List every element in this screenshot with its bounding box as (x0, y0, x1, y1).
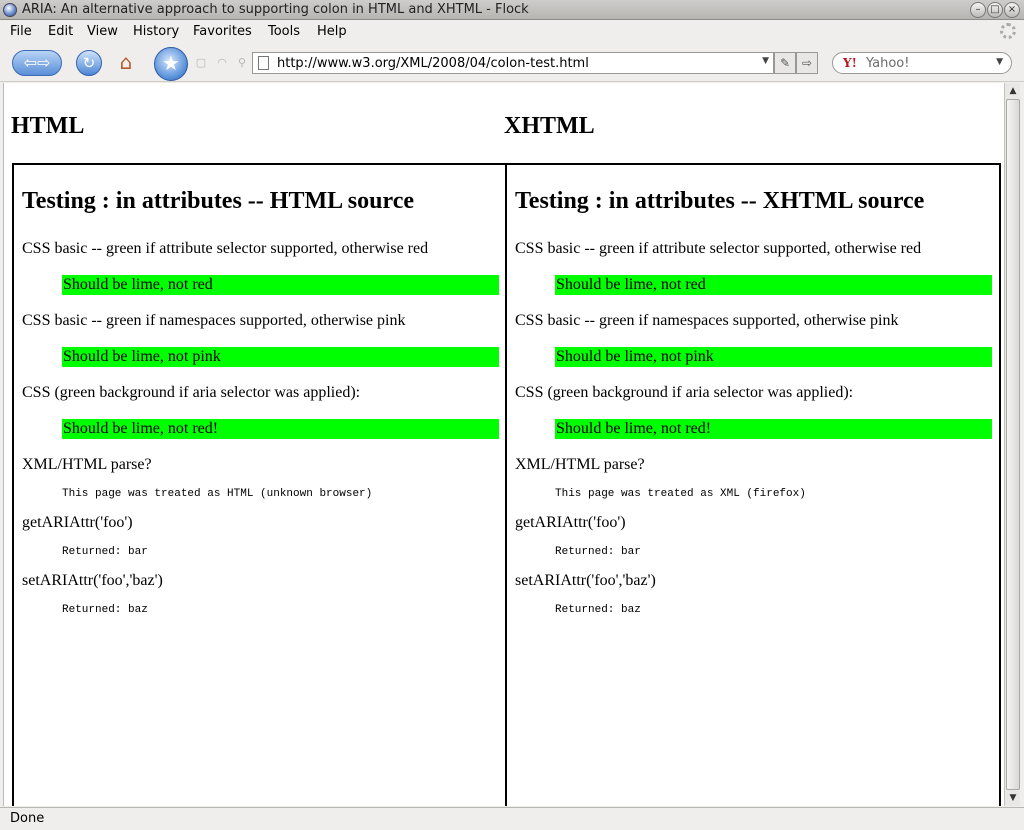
set-aria-attr-label: setARIAttr('foo','baz') (22, 572, 163, 589)
magnify-icon[interactable]: ⚲ (234, 55, 250, 71)
xhtml-test-frame: Testing : in attributes -- XHTML source … (505, 163, 1001, 806)
search-placeholder: Yahoo! (866, 56, 910, 71)
frame-heading: Testing : in attributes -- HTML source (22, 188, 415, 214)
css-namespace-result: Should be lime, not pink (555, 347, 992, 367)
throbber-icon (1000, 23, 1016, 39)
css-basic-result: Should be lime, not red (555, 275, 992, 295)
parse-result: This page was treated as XML (firefox) (555, 488, 806, 500)
search-input[interactable]: Y! Yahoo! ▼ (832, 52, 1012, 74)
css-basic-label: CSS basic -- green if attribute selector… (22, 240, 429, 257)
get-aria-attr-result: Returned: bar (555, 546, 641, 558)
css-namespace-label: CSS basic -- green if namespaces support… (22, 312, 406, 329)
url-text[interactable]: http://www.w3.org/XML/2008/04/colon-test… (277, 56, 589, 71)
go-icon[interactable]: ⇨ (796, 52, 818, 74)
navigation-toolbar: ⇦⇨ ↻ ⌂ ★ ▢ ◠ ⚲ http://www.w3.org/XML/200… (0, 44, 1024, 82)
blog-this-icon[interactable]: ✎ (774, 52, 796, 74)
favorite-star-icon[interactable]: ★ (154, 47, 188, 81)
scroll-up-icon[interactable]: ▲ (1007, 85, 1019, 97)
close-icon[interactable]: × (1004, 2, 1020, 18)
set-aria-attr-label: setARIAttr('foo','baz') (515, 572, 656, 589)
css-aria-result: Should be lime, not red! (62, 419, 499, 439)
css-basic-label: CSS basic -- green if attribute selector… (515, 240, 922, 257)
status-bar: Done (0, 807, 1024, 830)
get-aria-attr-label: getARIAttr('foo') (515, 514, 626, 531)
xhtml-column-heading: XHTML (504, 113, 595, 139)
html-test-frame: Testing : in attributes -- HTML source C… (12, 163, 507, 806)
home-icon[interactable]: ⌂ (113, 50, 139, 76)
menu-help[interactable]: Help (317, 24, 347, 39)
scroll-thumb[interactable] (1006, 99, 1020, 790)
parse-result: This page was treated as HTML (unknown b… (62, 488, 373, 500)
minimize-icon[interactable]: – (970, 2, 986, 18)
back-forward-icon[interactable]: ⇦⇨ (12, 50, 62, 76)
frame-heading: Testing : in attributes -- XHTML source (515, 188, 925, 214)
css-aria-label: CSS (green background if aria selector w… (22, 384, 361, 401)
get-aria-attr-label: getARIAttr('foo') (22, 514, 133, 531)
search-dropdown-icon[interactable]: ▼ (996, 57, 1003, 67)
yahoo-icon: Y! (843, 56, 857, 70)
menu-edit[interactable]: Edit (48, 24, 73, 39)
window-title: ARIA: An alternative approach to support… (22, 2, 529, 17)
set-aria-attr-result: Returned: baz (62, 604, 148, 616)
url-bar[interactable]: http://www.w3.org/XML/2008/04/colon-test… (252, 52, 774, 74)
page-viewport: HTML XHTML Testing : in attributes -- HT… (3, 83, 1004, 806)
title-bar: ARIA: An alternative approach to support… (0, 0, 1024, 20)
url-dropdown-icon[interactable]: ▼ (762, 56, 769, 66)
parse-label: XML/HTML parse? (515, 456, 645, 473)
rss-icon[interactable]: ◠ (214, 55, 230, 71)
menu-view[interactable]: View (87, 24, 118, 39)
css-namespace-result: Should be lime, not pink (62, 347, 499, 367)
menu-file[interactable]: File (10, 24, 32, 39)
flock-app-icon (3, 3, 17, 17)
reload-icon[interactable]: ↻ (76, 50, 102, 76)
menu-bar: File Edit View History Favorites Tools H… (0, 21, 1024, 43)
menu-tools[interactable]: Tools (268, 24, 300, 39)
page-icon (258, 56, 269, 70)
parse-label: XML/HTML parse? (22, 456, 152, 473)
html-column-heading: HTML (11, 113, 85, 139)
set-aria-attr-result: Returned: baz (555, 604, 641, 616)
vertical-scrollbar[interactable]: ▲ ▼ (1004, 83, 1020, 806)
menu-history[interactable]: History (133, 24, 179, 39)
menu-favorites[interactable]: Favorites (193, 24, 252, 39)
share-icon[interactable]: ▢ (193, 55, 209, 71)
css-aria-result: Should be lime, not red! (555, 419, 992, 439)
css-aria-label: CSS (green background if aria selector w… (515, 384, 854, 401)
css-basic-result: Should be lime, not red (62, 275, 499, 295)
css-namespace-label: CSS basic -- green if namespaces support… (515, 312, 899, 329)
get-aria-attr-result: Returned: bar (62, 546, 148, 558)
maximize-icon[interactable]: □ (987, 2, 1003, 18)
status-text: Done (10, 811, 45, 826)
scroll-down-icon[interactable]: ▼ (1007, 792, 1019, 804)
